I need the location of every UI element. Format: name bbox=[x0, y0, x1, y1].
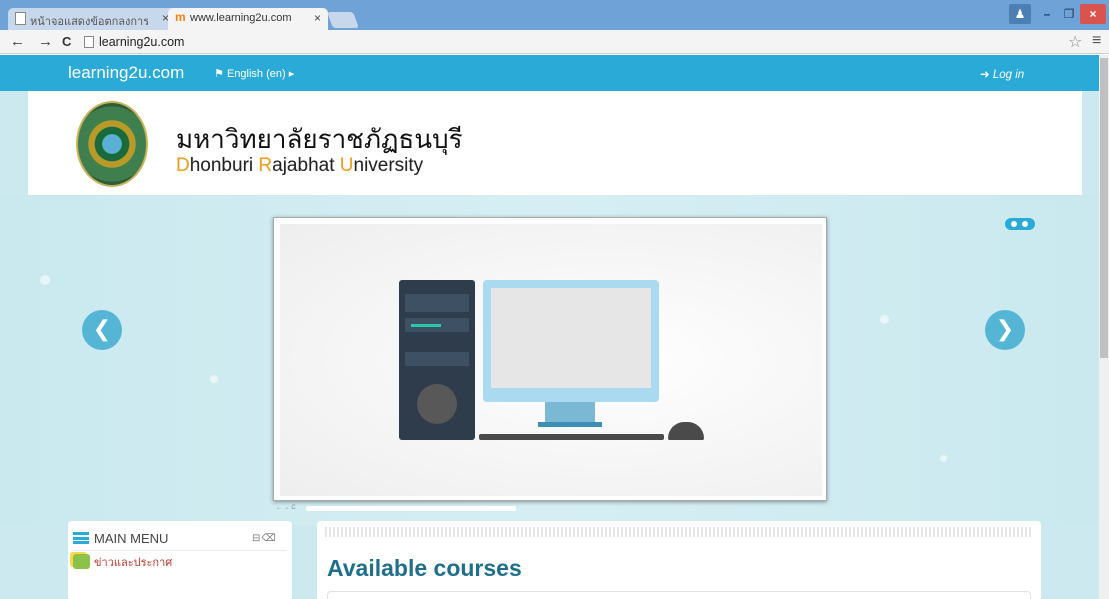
forum-icon bbox=[73, 554, 90, 569]
user-profile-icon[interactable]: ♟ bbox=[1009, 4, 1031, 24]
university-name-thai: มหาวิทยาลัยราชภัฏธนบุรี bbox=[176, 125, 463, 155]
back-button[interactable]: ← bbox=[10, 33, 25, 51]
course-list-box bbox=[327, 591, 1031, 599]
slide-image-computer bbox=[273, 217, 827, 501]
forward-button[interactable]: → bbox=[38, 33, 53, 51]
language-menu[interactable]: ⚑ English (en) ▸ bbox=[214, 67, 294, 80]
page-icon bbox=[15, 12, 26, 25]
decor-dot bbox=[210, 375, 218, 383]
site-navbar: learning2u.com ⚑ English (en) ▸ ➜ Log in bbox=[0, 55, 1099, 91]
content-top-bar bbox=[325, 527, 1033, 537]
mini-address-field bbox=[306, 506, 516, 511]
word-rest: honburi bbox=[189, 155, 259, 176]
window-maximize-button[interactable]: ❐ bbox=[1058, 4, 1080, 24]
login-label: Log in bbox=[992, 69, 1025, 81]
computer-tower-illustration bbox=[399, 280, 475, 440]
site-brand-link[interactable]: learning2u.com bbox=[68, 63, 184, 83]
window-close-button[interactable]: × bbox=[1080, 4, 1106, 24]
tab-title: www.learning2u.com bbox=[190, 12, 292, 24]
keyboard-illustration bbox=[479, 434, 664, 440]
chevron-left-icon: ❮ bbox=[92, 316, 112, 341]
menu-icon bbox=[73, 532, 89, 544]
slider-next-button[interactable]: ❯ bbox=[985, 310, 1025, 350]
browser-titlebar: หน้าจอแสดงข้อตกลงการใช้งาน × m www.learn… bbox=[0, 0, 1109, 30]
chevron-right-icon: ❯ bbox=[995, 316, 1015, 341]
new-tab-button[interactable] bbox=[327, 12, 359, 28]
available-courses-heading: Available courses bbox=[327, 555, 522, 581]
university-name-english: Dhonburi Rajabhat University bbox=[176, 155, 423, 177]
web-page: learning2u.com ⚑ English (en) ▸ ➜ Log in… bbox=[0, 55, 1099, 599]
dock-icon[interactable]: ⌫ bbox=[261, 533, 276, 544]
slider-prev-button[interactable]: ❮ bbox=[82, 310, 122, 350]
tab-title: หน้าจอแสดงข้อตกลงการใช้งาน bbox=[30, 16, 148, 28]
pager-dot[interactable] bbox=[1022, 221, 1028, 227]
browser-tab-agreement[interactable]: หน้าจอแสดงข้อตกลงการใช้งาน × bbox=[8, 8, 176, 30]
flag-icon: ⚑ bbox=[214, 68, 224, 80]
divider bbox=[73, 550, 287, 551]
moodle-icon: m bbox=[175, 10, 186, 24]
slide-canvas bbox=[280, 224, 822, 496]
main-menu-label: MAIN MENU bbox=[94, 531, 169, 546]
browser-toolbar: ← → C learning2u.com ☆ ≡ bbox=[0, 30, 1109, 54]
drive-bay bbox=[405, 352, 469, 366]
initial-r: R bbox=[258, 155, 273, 176]
block-controls[interactable]: ⊟⌫ bbox=[252, 533, 277, 544]
mini-browser-bar: ← → C bbox=[276, 505, 526, 513]
slider-pager[interactable] bbox=[1005, 218, 1035, 230]
scrollbar-thumb[interactable] bbox=[1100, 58, 1108, 358]
monitor-screen bbox=[491, 288, 651, 388]
caret-right-icon: ▸ bbox=[288, 68, 295, 80]
bookmark-star-icon[interactable]: ☆ bbox=[1068, 32, 1082, 52]
page-icon bbox=[84, 36, 94, 48]
address-text: learning2u.com bbox=[99, 35, 185, 49]
word-rest: ajabhat bbox=[272, 155, 340, 176]
monitor-stand bbox=[545, 402, 595, 424]
mouse-illustration bbox=[668, 422, 704, 440]
pager-dot[interactable] bbox=[1011, 221, 1017, 227]
status-led bbox=[411, 324, 441, 327]
main-menu-block: MAIN MENU ⊟⌫ ข่าวและประกาศ bbox=[68, 521, 292, 599]
main-menu-title: MAIN MENU bbox=[73, 531, 168, 546]
browser-menu-icon[interactable]: ≡ bbox=[1092, 32, 1101, 50]
news-label: ข่าวและประกาศ bbox=[94, 557, 173, 569]
hero-slider: ❮ ❯ ← → C bbox=[0, 195, 1099, 525]
decor-dot bbox=[940, 455, 947, 462]
university-seal-logo bbox=[76, 101, 148, 187]
initial-d: D bbox=[176, 155, 190, 176]
collapse-icon[interactable]: ⊟ bbox=[252, 533, 261, 544]
university-header: มหาวิทยาลัยราชภัฏธนบุรี Dhonburi Rajabha… bbox=[28, 91, 1082, 195]
browser-tab-learning2u[interactable]: m www.learning2u.com × bbox=[168, 8, 328, 30]
decor-dot bbox=[880, 315, 889, 324]
reload-button[interactable]: C bbox=[62, 33, 71, 51]
window-minimize-button[interactable]: – bbox=[1036, 4, 1058, 24]
login-link[interactable]: ➜ Log in bbox=[980, 67, 1024, 81]
language-label: English (en) bbox=[226, 68, 286, 80]
word-rest: niversity bbox=[353, 155, 424, 176]
main-content: Available courses bbox=[317, 521, 1041, 599]
initial-u: U bbox=[339, 155, 354, 176]
drive-bay bbox=[405, 294, 469, 312]
news-link[interactable]: ข่าวและประกาศ bbox=[73, 553, 172, 571]
fan-icon bbox=[417, 384, 457, 424]
monitor-base bbox=[538, 422, 602, 427]
address-bar[interactable]: learning2u.com bbox=[82, 33, 1062, 51]
monitor-illustration bbox=[483, 280, 659, 402]
login-icon: ➜ bbox=[980, 69, 990, 81]
decor-dot bbox=[40, 275, 50, 285]
mini-nav: ← → C bbox=[276, 505, 296, 511]
tab-close-icon[interactable]: × bbox=[314, 11, 321, 25]
